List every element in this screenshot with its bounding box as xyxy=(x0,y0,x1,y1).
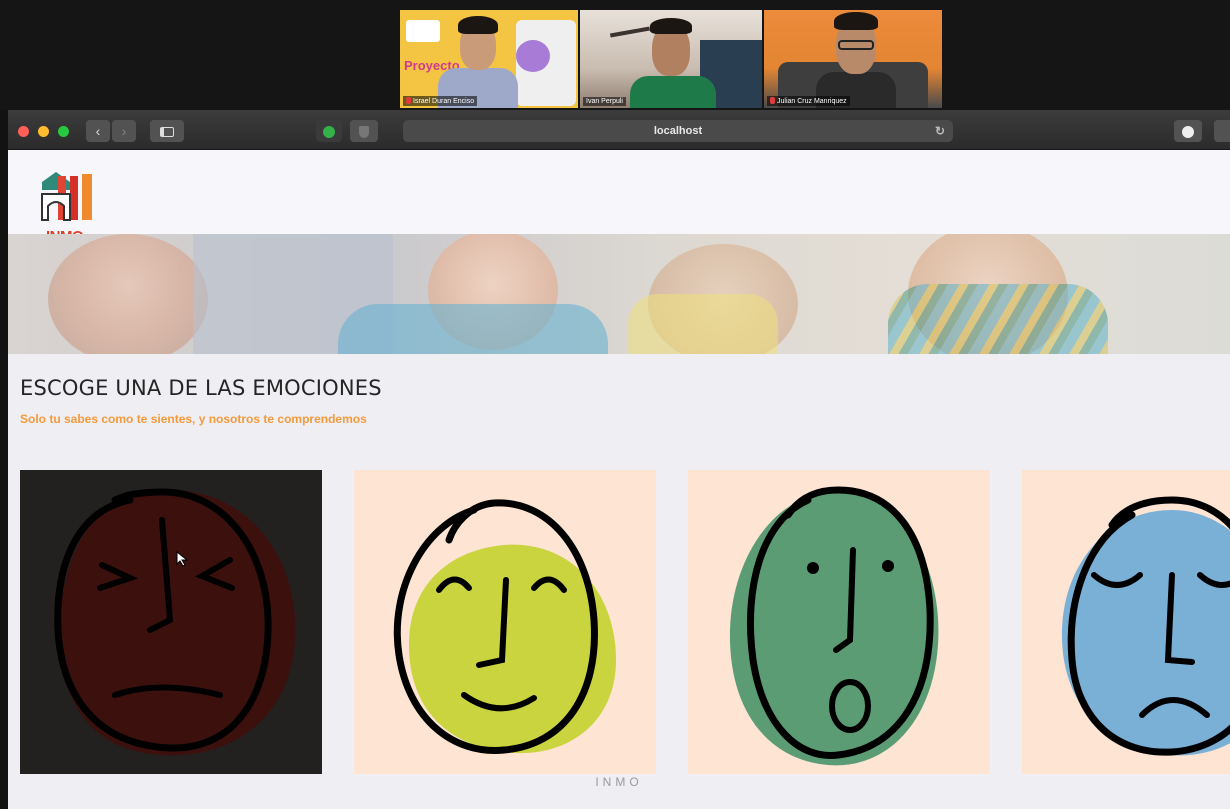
shield-icon xyxy=(359,126,369,138)
back-button[interactable]: ‹ xyxy=(86,120,110,142)
video-call-strip: Proyecto Israel Duran Enciso Ivan Perpul… xyxy=(0,0,1230,110)
emotion-card-angry[interactable] xyxy=(20,470,322,774)
chevron-right-icon: › xyxy=(121,123,127,139)
sad-face-icon xyxy=(1022,470,1230,774)
mouse-cursor-icon xyxy=(176,551,189,567)
happy-face-icon xyxy=(354,470,656,774)
url-text: localhost xyxy=(653,125,703,137)
maximize-window-button[interactable] xyxy=(58,126,69,137)
participant-name-1: Israel Duran Enciso xyxy=(403,96,478,106)
page-subtitle: Solo tu sabes como te sientes, y nosotro… xyxy=(20,412,367,426)
extension-button[interactable] xyxy=(316,120,342,142)
emotion-card-happy[interactable] xyxy=(354,470,656,774)
download-icon xyxy=(1182,126,1194,138)
web-page: INMO ESCOGE UNA DE LAS EMOCIONES Solo tu… xyxy=(8,150,1230,809)
browser-toolbar: ‹ › localhost ↻ xyxy=(8,110,1230,150)
logo-icon xyxy=(41,172,92,221)
angry-face-icon xyxy=(20,470,322,774)
reload-icon[interactable]: ↻ xyxy=(935,124,945,138)
page-title: ESCOGE UNA DE LAS EMOCIONES xyxy=(20,376,382,400)
hero-shirt xyxy=(338,304,608,354)
participant-tile-2[interactable]: Ivan Perpuli xyxy=(580,10,762,108)
address-bar[interactable]: localhost ↻ xyxy=(403,120,953,142)
toolbar-extra-button[interactable] xyxy=(1214,120,1230,142)
hero-striped-shirt xyxy=(888,284,1108,354)
hero-child-1 xyxy=(48,234,208,354)
sidebar-toggle-button[interactable] xyxy=(150,120,184,142)
close-window-button[interactable] xyxy=(18,126,29,137)
hero-shirt-yellow xyxy=(628,294,778,354)
forward-button[interactable]: › xyxy=(112,120,136,142)
footer-brand: INMO xyxy=(595,775,643,789)
emotion-card-surprised[interactable] xyxy=(688,470,990,774)
participant-name-3: Julian Cruz Manriquez xyxy=(767,96,850,106)
site-header: INMO xyxy=(8,150,1230,245)
download-button[interactable] xyxy=(1174,120,1202,142)
chevron-left-icon: ‹ xyxy=(95,123,101,139)
minimize-window-button[interactable] xyxy=(38,126,49,137)
extension-icon xyxy=(323,126,335,138)
hero-banner xyxy=(8,234,1230,354)
participant-tile-1[interactable]: Proyecto Israel Duran Enciso xyxy=(400,10,578,108)
emotion-card-sad[interactable] xyxy=(1022,470,1230,774)
participant-name-2: Ivan Perpuli xyxy=(583,97,626,106)
surprised-face-icon xyxy=(688,470,990,774)
shield-button[interactable] xyxy=(350,120,378,142)
sidebar-icon xyxy=(160,127,174,137)
participant-tile-3[interactable]: Julian Cruz Manriquez xyxy=(764,10,942,108)
